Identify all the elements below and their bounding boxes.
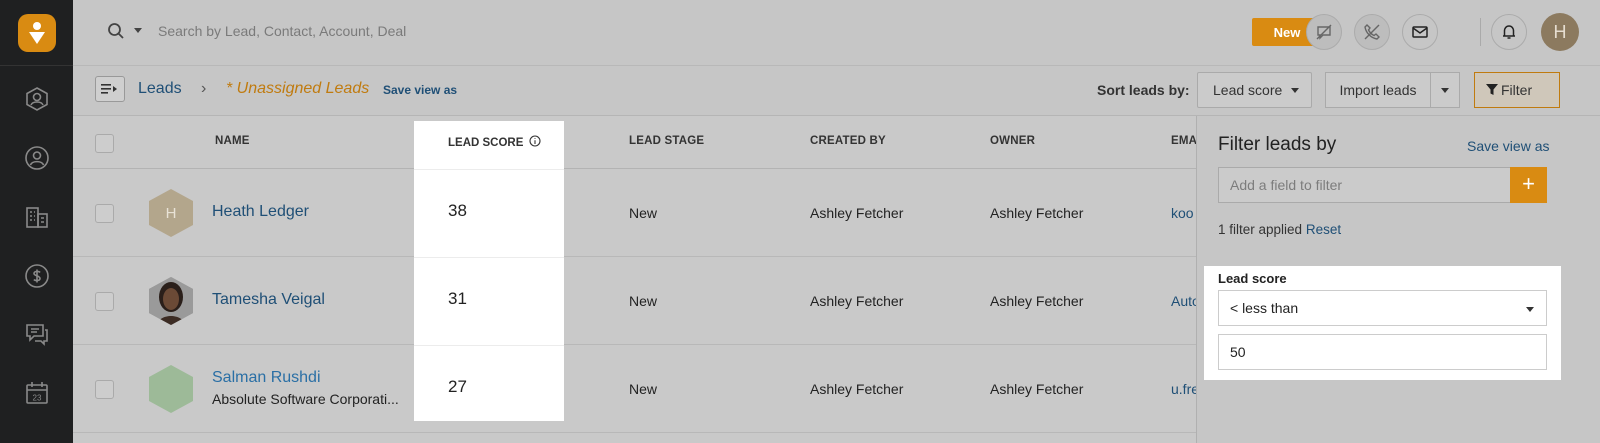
notifications-button[interactable] — [1491, 14, 1527, 50]
save-view-as-link[interactable]: Save view as — [383, 83, 457, 97]
lead-stage-cell: New — [629, 293, 658, 309]
lead-name-link[interactable]: Heath Ledger — [212, 203, 309, 221]
lead-score-value: 31 — [448, 289, 467, 308]
column-lead-score[interactable]: LEAD SCORE — [448, 135, 541, 149]
column-email[interactable]: EMA — [1171, 135, 1197, 147]
table-row[interactable]: Salman Rushdi Absolute Software Corporat… — [73, 345, 1199, 433]
breadcrumb-leads-link[interactable]: Leads — [138, 80, 182, 98]
operator-select[interactable]: < less than — [1218, 290, 1547, 326]
sort-by-select[interactable]: Lead score — [1197, 72, 1312, 108]
header-divider — [1480, 18, 1481, 46]
owner-cell: Ashley Fetcher — [990, 293, 1084, 309]
person-photo-icon — [149, 277, 193, 325]
owner-cell: Ashley Fetcher — [990, 381, 1084, 397]
user-avatar[interactable]: H — [1541, 13, 1579, 51]
import-leads-button[interactable]: Import leads — [1325, 72, 1431, 108]
global-search-input[interactable] — [158, 18, 678, 44]
column-lead-stage[interactable]: LEAD STAGE — [629, 135, 704, 147]
table-row[interactable]: H Heath Ledger New Ashley Fetcher Ashley… — [73, 169, 1197, 257]
conversations-icon[interactable] — [24, 321, 50, 347]
import-options-dropdown[interactable] — [1430, 72, 1460, 108]
lead-stage-cell: New — [629, 381, 658, 397]
logo-area — [0, 0, 73, 66]
deals-icon[interactable] — [24, 263, 50, 289]
leads-icon[interactable] — [24, 145, 50, 171]
filter-panel: Filter leads by Save view as + 1 filter … — [1196, 116, 1600, 443]
left-sidebar: 23 — [0, 0, 73, 443]
lead-score-value: 27 — [448, 377, 467, 396]
row-checkbox[interactable] — [95, 204, 114, 223]
views-menu-toggle[interactable] — [95, 76, 125, 102]
info-icon[interactable] — [529, 135, 541, 147]
lead-company: Absolute Software Corporati... — [212, 391, 399, 407]
list-menu-icon — [101, 84, 117, 94]
select-all-checkbox[interactable] — [95, 134, 114, 153]
avatar — [149, 365, 193, 413]
column-lead-score-label: LEAD SCORE — [448, 137, 524, 149]
filter-panel-title: Filter leads by — [1218, 134, 1337, 155]
created-by-cell: Ashley Fetcher — [810, 205, 904, 221]
chevron-down-icon — [1441, 88, 1449, 93]
bell-icon — [1503, 25, 1515, 39]
mail-icon — [1412, 26, 1428, 38]
avatar — [149, 277, 193, 325]
top-header: New H — [73, 0, 1600, 66]
calendar-icon[interactable]: 23 — [24, 380, 50, 406]
sms-off-icon — [1316, 24, 1332, 40]
lead-score-value: 38 — [448, 201, 467, 220]
svg-text:23: 23 — [33, 394, 42, 403]
column-created-by[interactable]: CREATED BY — [810, 135, 886, 147]
created-by-cell: Ashley Fetcher — [810, 381, 904, 397]
lead-score-value-input[interactable] — [1218, 334, 1547, 370]
add-filter-field-input[interactable] — [1218, 167, 1511, 203]
email-link[interactable]: koo — [1171, 205, 1194, 221]
search-scope-caret-icon[interactable] — [134, 28, 142, 33]
panel-save-view-link[interactable]: Save view as — [1467, 138, 1549, 154]
lead-score-filter-label: Lead score — [1218, 271, 1287, 286]
sort-label: Sort leads by: — [1097, 82, 1190, 98]
add-filter-button[interactable]: + — [1510, 167, 1547, 203]
avatar: H — [149, 189, 193, 237]
email-link[interactable]: u.fre — [1171, 381, 1199, 397]
lead-score-filter: Lead score < less than — [1204, 266, 1561, 380]
column-owner[interactable]: OWNER — [990, 135, 1035, 147]
view-toolbar: Leads › * Unassigned Leads Save view as … — [73, 66, 1600, 116]
email-button[interactable] — [1402, 14, 1438, 50]
lead-name-link[interactable]: Salman Rushdi — [212, 369, 321, 387]
table-row[interactable]: Tamesha Veigal New Ashley Fetcher Ashley… — [73, 257, 1200, 345]
filter-button[interactable]: Filter — [1474, 72, 1560, 108]
row-checkbox[interactable] — [95, 380, 114, 399]
operator-value: < less than — [1230, 300, 1299, 316]
column-name[interactable]: NAME — [215, 135, 250, 147]
filter-button-label: Filter — [1501, 82, 1533, 98]
created-by-cell: Ashley Fetcher — [810, 293, 904, 309]
sort-by-value: Lead score — [1213, 82, 1283, 98]
sms-button[interactable] — [1306, 14, 1342, 50]
accounts-icon[interactable] — [24, 204, 50, 230]
phone-off-icon — [1364, 24, 1380, 40]
lead-score-column-highlight: LEAD SCORE 38 31 27 — [414, 121, 564, 421]
breadcrumb-chevron-icon: › — [201, 80, 207, 97]
search-icon[interactable] — [107, 22, 125, 40]
table-header: NAME LEAD STAGE CREATED BY OWNER EMA — [73, 116, 1197, 169]
filters-applied-info: 1 filter applied Reset — [1218, 222, 1341, 237]
owner-cell: Ashley Fetcher — [990, 205, 1084, 221]
row-checkbox[interactable] — [95, 292, 114, 311]
lead-name-link[interactable]: Tamesha Veigal — [212, 291, 325, 309]
chevron-down-icon — [1526, 307, 1534, 312]
filter-funnel-icon — [1486, 84, 1498, 95]
leads-table: NAME LEAD STAGE CREATED BY OWNER EMA H H… — [73, 116, 1200, 443]
filters-applied-text: 1 filter applied — [1218, 222, 1303, 237]
current-view-title: * Unassigned Leads — [226, 80, 370, 97]
lead-stage-cell: New — [629, 205, 658, 221]
phone-button[interactable] — [1354, 14, 1390, 50]
freshsales-logo-icon[interactable] — [17, 13, 56, 52]
reset-filters-link[interactable]: Reset — [1306, 222, 1341, 237]
chevron-down-icon — [1291, 88, 1299, 93]
contacts-icon[interactable] — [24, 86, 50, 112]
